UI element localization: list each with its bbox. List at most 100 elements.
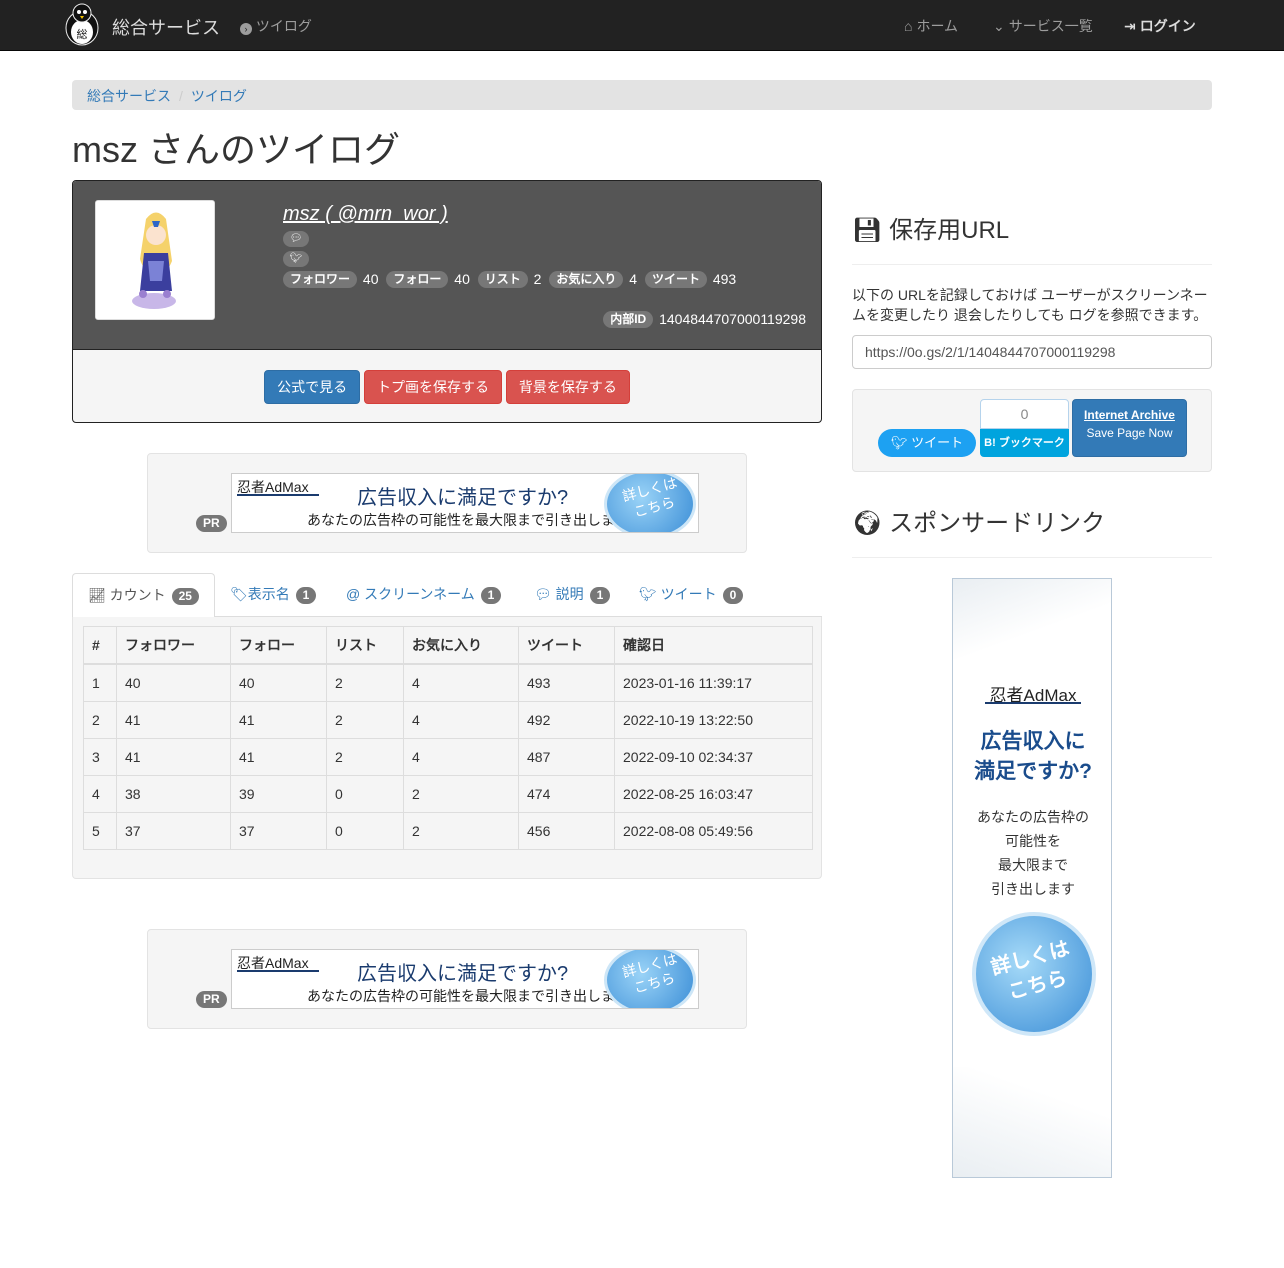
stat-followers-value: 40 xyxy=(362,271,379,287)
pr-badge: PR xyxy=(196,991,227,1008)
internal-id: 内部ID 1404844707000119298 xyxy=(603,311,806,328)
chevron-circle-right-icon: › xyxy=(240,23,252,35)
nav-services-link[interactable]: ⌄ サービス一覧 xyxy=(993,16,1093,36)
stat-tweets-value: 493 xyxy=(712,271,737,287)
breadcrumb-twilog[interactable]: ツイログ xyxy=(191,88,247,104)
ad-decoration xyxy=(953,1067,1111,1177)
save-background-button[interactable]: 背景を保存する xyxy=(505,370,630,404)
table-cell: 0 xyxy=(326,774,404,813)
ad-headline: 広告収入に満足ですか? xyxy=(357,963,569,985)
tweet-share-button[interactable]: 🐦︎ ツイート xyxy=(878,429,976,457)
col-followers: フォロワー xyxy=(116,626,231,665)
tab-count-badge: 25 xyxy=(171,588,199,605)
sign-in-icon: ⇥ xyxy=(1124,18,1136,34)
tab-screen-name[interactable]: @ スクリーンネーム 1 xyxy=(331,573,516,617)
stat-following-value: 40 xyxy=(454,271,470,287)
ad-well-bottom: PR 忍者AdMax 広告収入に満足ですか? あなたの広告枠の可能性を最大限まで… xyxy=(147,929,747,1029)
twitter-icon: 🐦︎ xyxy=(639,586,657,602)
sponsor-heading: 🌍︎ スポンサードリンク xyxy=(852,509,1105,539)
sponsor-ad-skyscraper[interactable]: 忍者AdMax 広告収入に 満足ですか? あなたの広告枠の 可能性を 最大限まで… xyxy=(952,578,1112,1178)
internet-archive-button[interactable]: Internet Archive Save Page Now xyxy=(1072,399,1187,457)
floppy-disk-icon: 💾︎ xyxy=(852,217,883,244)
chart-line-icon: 📈︎ xyxy=(88,587,106,603)
ad-headline: 広告収入に満足ですか? xyxy=(357,487,569,509)
table-cell: 3 xyxy=(83,737,117,776)
internal-id-value: 1404844707000119298 xyxy=(659,311,806,327)
ad-subtext: あなたの広告枠の可能性を最大限まで引き出します xyxy=(307,988,629,1004)
table-cell: 0 xyxy=(326,811,404,850)
table-row: 2 41 41 2 4 492 2022-10-19 13:22:50 xyxy=(83,700,813,739)
hatena-bookmark-button[interactable]: B! ブックマーク xyxy=(980,429,1069,457)
tab-count[interactable]: 📈︎ カウント 25 xyxy=(72,573,215,618)
save-url-heading-text: 保存用URL xyxy=(889,217,1010,244)
tab-count-badge: 1 xyxy=(480,587,502,604)
avatar[interactable] xyxy=(95,200,215,320)
internal-id-badge: 内部ID xyxy=(603,311,654,328)
table-row: 5 37 37 0 2 456 2022-08-08 05:49:56 xyxy=(83,811,813,850)
sponsor-heading-text: スポンサードリンク xyxy=(889,510,1106,537)
ad-decoration xyxy=(953,579,1111,659)
table-cell: 41 xyxy=(116,737,231,776)
profile-panel: msz ( @mrn_wor ) 💬︎ 🐦︎ フォロワー 40 フォロー 40 … xyxy=(72,180,822,423)
table-cell: 4 xyxy=(83,774,117,813)
twitter-icon[interactable]: 🐦︎ xyxy=(283,251,309,267)
tab-count-badge: 0 xyxy=(722,587,744,604)
pr-badge: PR xyxy=(196,515,227,532)
internet-archive-title: Internet Archive xyxy=(1084,408,1175,422)
nav-twilog-link[interactable]: › ツイログ xyxy=(240,16,312,36)
ad-brand-underline xyxy=(985,702,1081,704)
breadcrumb-home[interactable]: 総合サービス xyxy=(87,88,171,104)
table-cell: 4 xyxy=(403,737,519,776)
count-table: # フォロワー フォロー リスト お気に入り ツイート 確認日 1 40 40 2 4 4… xyxy=(83,626,813,850)
page-title: msz さんのツイログ xyxy=(72,129,400,170)
count-table-panel: # フォロワー フォロー リスト お気に入り ツイート 確認日 1 40 40 2 4 4… xyxy=(72,617,822,879)
stat-following-badge: フォロー xyxy=(386,271,449,288)
table-cell: 2 xyxy=(403,811,519,850)
tab-description[interactable]: 💬︎ 説明 1 xyxy=(519,573,625,617)
col-tweets: ツイート xyxy=(518,626,615,665)
stat-lists-badge: リスト xyxy=(477,271,528,288)
stat-lists-value: 2 xyxy=(533,271,542,287)
profile-stats: フォロワー 40 フォロー 40 リスト 2 お気に入り 4 ツイート 493 xyxy=(283,271,740,288)
globe-icon: 🌍︎ xyxy=(852,510,883,537)
twitter-icon: 🐦︎ xyxy=(890,435,908,450)
profile-actions: 公式で見る トプ画を保存する 背景を保存する xyxy=(73,351,821,422)
home-icon: ⌂ xyxy=(904,18,913,34)
nav-login-label: ログイン xyxy=(1139,18,1196,34)
avatar-image xyxy=(96,201,214,319)
ad-well-top: PR 忍者AdMax 広告収入に満足ですか? あなたの広告枠の可能性を最大限まで… xyxy=(147,453,747,553)
tab-tweets[interactable]: 🐦︎ ツイート 0 xyxy=(624,573,758,617)
top-navbar: 総 総合サービス › ツイログ ⌂ ホーム ⌄ サービス一覧 ⇥ ログイン xyxy=(0,0,1284,51)
table-cell: 41 xyxy=(230,700,327,739)
divider xyxy=(852,264,1212,265)
tab-display-name[interactable]: 🏷︎表示名 1 xyxy=(215,573,331,617)
chevron-down-icon: ⌄ xyxy=(993,18,1005,34)
table-cell: 41 xyxy=(230,737,327,776)
view-official-button[interactable]: 公式で見る xyxy=(264,370,361,404)
nav-home-link[interactable]: ⌂ ホーム xyxy=(904,16,958,36)
col-favorites: お気に入り xyxy=(403,626,519,665)
table-cell: 39 xyxy=(230,774,327,813)
tag-icon: 🏷︎ xyxy=(230,586,248,602)
ad-body: あなたの広告枠の 可能性を 最大限まで 引き出します xyxy=(977,809,1089,897)
ad-banner[interactable]: 忍者AdMax 広告収入に満足ですか? あなたの広告枠の可能性を最大限まで引き出… xyxy=(231,473,699,533)
comment-icon[interactable]: 💬︎ xyxy=(283,231,309,247)
profile-name-link[interactable]: msz ( @mrn_wor ) xyxy=(283,203,448,226)
table-cell: 4 xyxy=(403,663,519,702)
table-cell: 2022-10-19 13:22:50 xyxy=(614,700,813,739)
save-url-input[interactable] xyxy=(852,335,1212,369)
table-cell: 40 xyxy=(230,663,327,702)
brand-link[interactable]: 総合サービス xyxy=(112,14,220,40)
table-cell: 2 xyxy=(326,737,404,776)
table-header-row: # フォロワー フォロー リスト お気に入り ツイート 確認日 xyxy=(83,626,813,665)
ad-banner[interactable]: 忍者AdMax 広告収入に満足ですか? あなたの広告枠の可能性を最大限まで引き出… xyxy=(231,949,699,1009)
table-row: 1 40 40 2 4 493 2023-01-16 11:39:17 xyxy=(83,663,813,702)
share-panel: 🐦︎ ツイート 0 B! ブックマーク Internet Archive Sav… xyxy=(852,389,1212,472)
tab-label: 表示名 xyxy=(247,586,290,602)
penguin-logo-icon[interactable]: 総 xyxy=(60,2,104,46)
save-icon-button[interactable]: トプ画を保存する xyxy=(364,370,502,404)
table-cell: 38 xyxy=(116,774,231,813)
nav-login-link[interactable]: ⇥ ログイン xyxy=(1124,16,1196,36)
col-checked-at: 確認日 xyxy=(614,626,813,665)
table-cell: 474 xyxy=(518,774,615,813)
